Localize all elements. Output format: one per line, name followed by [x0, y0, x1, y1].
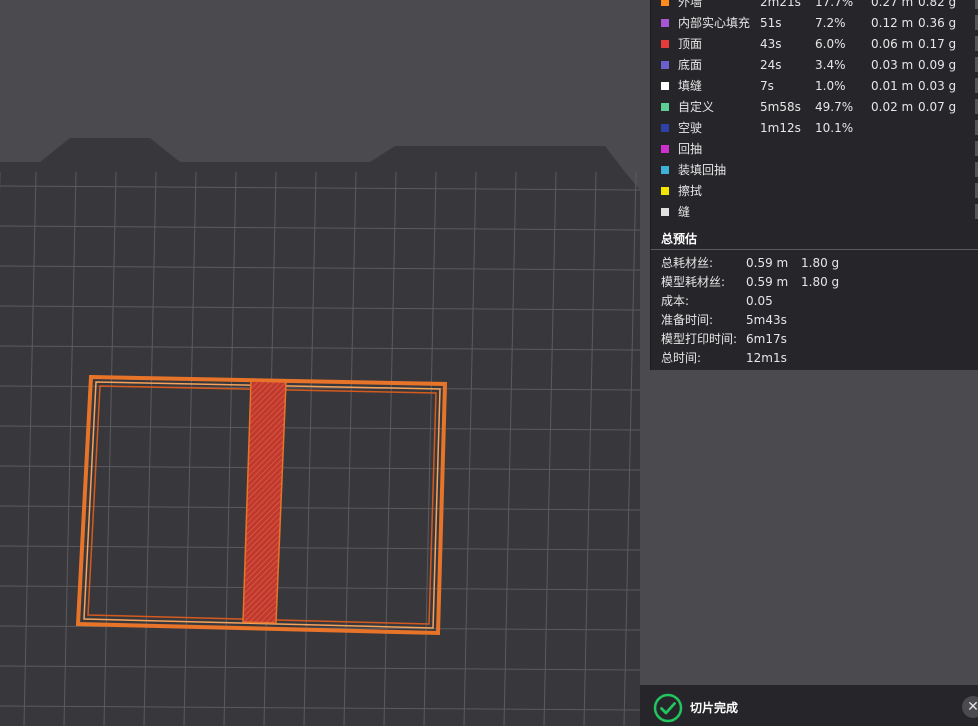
legend-row[interactable]: 回抽 — [661, 139, 978, 159]
legend-color-swatch — [661, 145, 669, 153]
legend-label: 回抽 — [678, 142, 703, 156]
legend-row[interactable]: 自定义 5m58s 49.7% 0.02 m 0.07 g — [661, 97, 978, 117]
legend-weight: 0.09 g — [918, 58, 957, 72]
legend-row[interactable]: 内部实心填充 51s 7.2% 0.12 m 0.36 g — [661, 13, 978, 33]
legend-weight: 0.03 g — [918, 79, 957, 93]
legend-label: 外墙 — [678, 0, 703, 9]
estimate-label: 模型耗材丝: — [661, 275, 726, 289]
legend-time: 43s — [760, 37, 782, 51]
legend-label: 缝 — [678, 205, 691, 219]
legend-time: 1m12s — [760, 121, 801, 135]
legend-percent: 7.2% — [815, 16, 846, 30]
legend-length: 0.02 m — [871, 100, 914, 114]
legend-label: 空驶 — [678, 121, 703, 135]
legend-percent: 17.7% — [815, 0, 854, 9]
legend-time: 5m58s — [760, 100, 801, 114]
legend-label: 内部实心填充 — [678, 16, 751, 30]
legend-color-swatch — [661, 82, 669, 90]
estimate-title: 总预估 — [661, 232, 698, 246]
legend-length: 0.01 m — [871, 79, 914, 93]
legend-color-swatch — [661, 103, 669, 111]
legend-percent: 10.1% — [815, 121, 854, 135]
estimate-value: 5m43s — [746, 313, 787, 327]
legend-time: 7s — [760, 79, 774, 93]
legend-row[interactable]: 底面 24s 3.4% 0.03 m 0.09 g — [661, 55, 978, 75]
legend-label: 擦拭 — [678, 184, 703, 198]
legend-color-swatch — [661, 124, 669, 132]
legend-row[interactable]: 外墙 2m21s 17.7% 0.27 m 0.82 g — [661, 0, 978, 12]
legend-label: 底面 — [678, 58, 703, 72]
legend-length: 0.12 m — [871, 16, 914, 30]
legend-time: 24s — [760, 58, 782, 72]
legend-color-swatch — [661, 0, 669, 6]
legend-time: 2m21s — [760, 0, 801, 9]
estimate-value: 12m1s — [746, 351, 787, 365]
slice-complete-notification: 切片完成 ✕ — [640, 685, 978, 726]
check-circle-icon — [653, 693, 683, 723]
legend-row[interactable]: 空驶 1m12s 10.1% — [661, 118, 978, 138]
legend-weight: 0.07 g — [918, 100, 957, 114]
estimate-value: 6m17s — [746, 332, 787, 346]
legend-row[interactable]: 擦拭 — [661, 181, 978, 201]
estimate-weight: 1.80 g — [801, 256, 840, 270]
slice-statistics-panel: 外墙 2m21s 17.7% 0.27 m 0.82 g 内部实心填充 51s 7.2% 0.1… — [650, 0, 978, 370]
legend-color-swatch — [661, 61, 669, 69]
legend-weight: 0.36 g — [918, 16, 957, 30]
estimate-label: 总耗材丝: — [661, 256, 714, 270]
legend-label: 自定义 — [678, 100, 715, 114]
estimate-label: 准备时间: — [661, 313, 714, 327]
legend-color-swatch — [661, 187, 669, 195]
legend-label: 装填回抽 — [678, 163, 727, 177]
legend-percent: 3.4% — [815, 58, 846, 72]
legend-length: 0.03 m — [871, 58, 914, 72]
legend-label: 填缝 — [678, 79, 703, 93]
legend-color-swatch — [661, 166, 669, 174]
legend-color-swatch — [661, 19, 669, 27]
legend-weight: 0.82 g — [918, 0, 957, 9]
estimate-weight: 1.80 g — [801, 275, 840, 289]
close-icon[interactable]: ✕ — [962, 696, 978, 718]
legend-label: 顶面 — [678, 37, 703, 51]
legend-percent: 1.0% — [815, 79, 846, 93]
notification-message: 切片完成 — [690, 701, 739, 715]
estimate-label: 模型打印时间: — [661, 332, 738, 346]
estimate-value: 0.59 m — [746, 275, 789, 289]
estimate-label: 成本: — [661, 294, 690, 308]
legend-row[interactable]: 填缝 7s 1.0% 0.01 m 0.03 g — [661, 76, 978, 96]
estimate-value: 0.59 m — [746, 256, 789, 270]
legend-length: 0.27 m — [871, 0, 914, 9]
legend-color-swatch — [661, 40, 669, 48]
legend-row[interactable]: 顶面 43s 6.0% 0.06 m 0.17 g — [661, 34, 978, 54]
legend-percent: 6.0% — [815, 37, 846, 51]
estimate-value: 0.05 — [746, 294, 773, 308]
legend-weight: 0.17 g — [918, 37, 957, 51]
estimate-label: 总时间: — [661, 351, 702, 365]
legend-length: 0.06 m — [871, 37, 914, 51]
legend-row[interactable]: 缝 — [661, 202, 978, 222]
legend-row[interactable]: 装填回抽 — [661, 160, 978, 180]
legend-color-swatch — [661, 208, 669, 216]
estimate-divider — [651, 249, 978, 250]
legend-percent: 49.7% — [815, 100, 854, 114]
legend-time: 51s — [760, 16, 782, 30]
